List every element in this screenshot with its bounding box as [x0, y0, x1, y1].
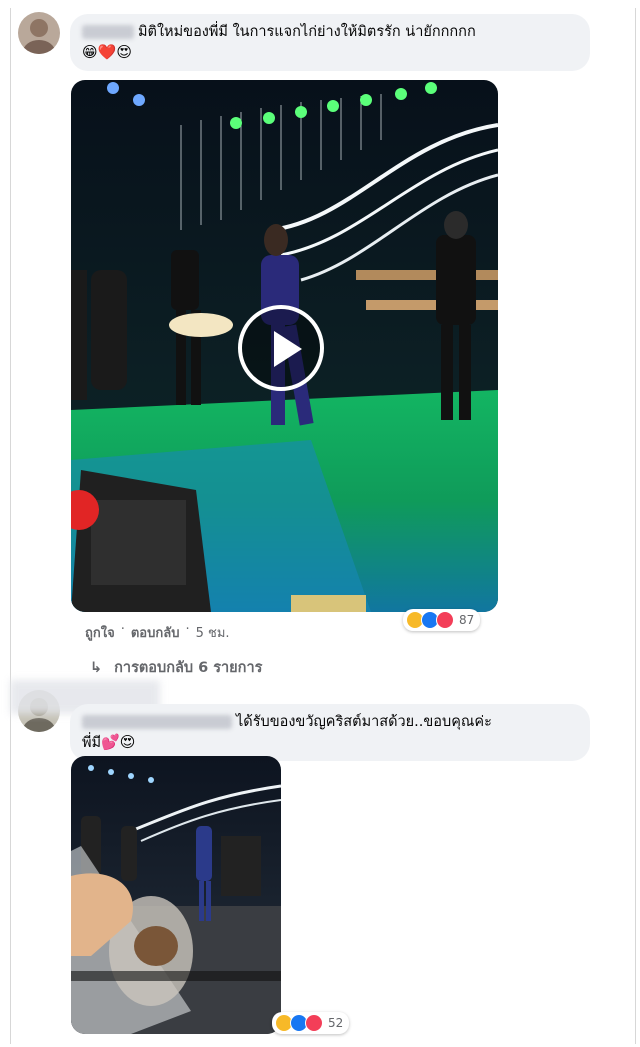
- separator: ·: [120, 622, 125, 637]
- love-reaction-icon: [436, 611, 454, 629]
- commenter-name[interactable]: [82, 715, 232, 729]
- attached-photo[interactable]: [71, 756, 281, 1034]
- concert-crowd-image: [71, 756, 281, 1034]
- love-reaction-icon: [305, 1014, 323, 1032]
- reply-link[interactable]: ตอบกลับ: [131, 622, 180, 643]
- comment-emojis: 💕😍: [101, 733, 136, 751]
- comment-bubble: ได้รับของขวัญคริสต์มาสด้วย..ขอบคุณค่ะ พี…: [70, 704, 590, 761]
- comment-bubble: มิติใหม่ของพี่มี ในการแจกไก่ย่างให้มิตรร…: [70, 14, 590, 71]
- like-link[interactable]: ถูกใจ: [85, 622, 115, 643]
- replies-count-text: การตอบกลับ 6 รายการ: [114, 660, 263, 676]
- view-replies-link[interactable]: ↳ การตอบกลับ 6 รายการ: [90, 656, 262, 679]
- reaction-summary[interactable]: 87: [403, 609, 481, 631]
- reaction-summary[interactable]: 52: [272, 1012, 350, 1034]
- video-thumbnail[interactable]: [71, 80, 498, 612]
- comment-text-line2: พี่มี: [82, 735, 102, 751]
- commenter-name[interactable]: [82, 25, 134, 39]
- timestamp[interactable]: 5 ชม.: [196, 622, 230, 643]
- comment-text: มิติใหม่ของพี่มี ในการแจกไก่ย่างให้มิตรร…: [138, 24, 476, 40]
- play-icon[interactable]: [238, 305, 324, 391]
- comment-emojis: 😁❤️😍: [82, 43, 132, 61]
- comment-actions: ถูกใจ · ตอบกลับ · 5 ชม.: [85, 622, 230, 643]
- reply-arrow-icon: ↳: [90, 660, 103, 676]
- commenter-avatar[interactable]: [18, 12, 60, 54]
- reaction-count: 52: [328, 1016, 344, 1030]
- separator: ·: [185, 622, 190, 637]
- reaction-count: 87: [459, 613, 475, 627]
- comment-text-line1: ได้รับของขวัญคริสต์มาสด้วย..ขอบคุณค่ะ: [236, 714, 492, 730]
